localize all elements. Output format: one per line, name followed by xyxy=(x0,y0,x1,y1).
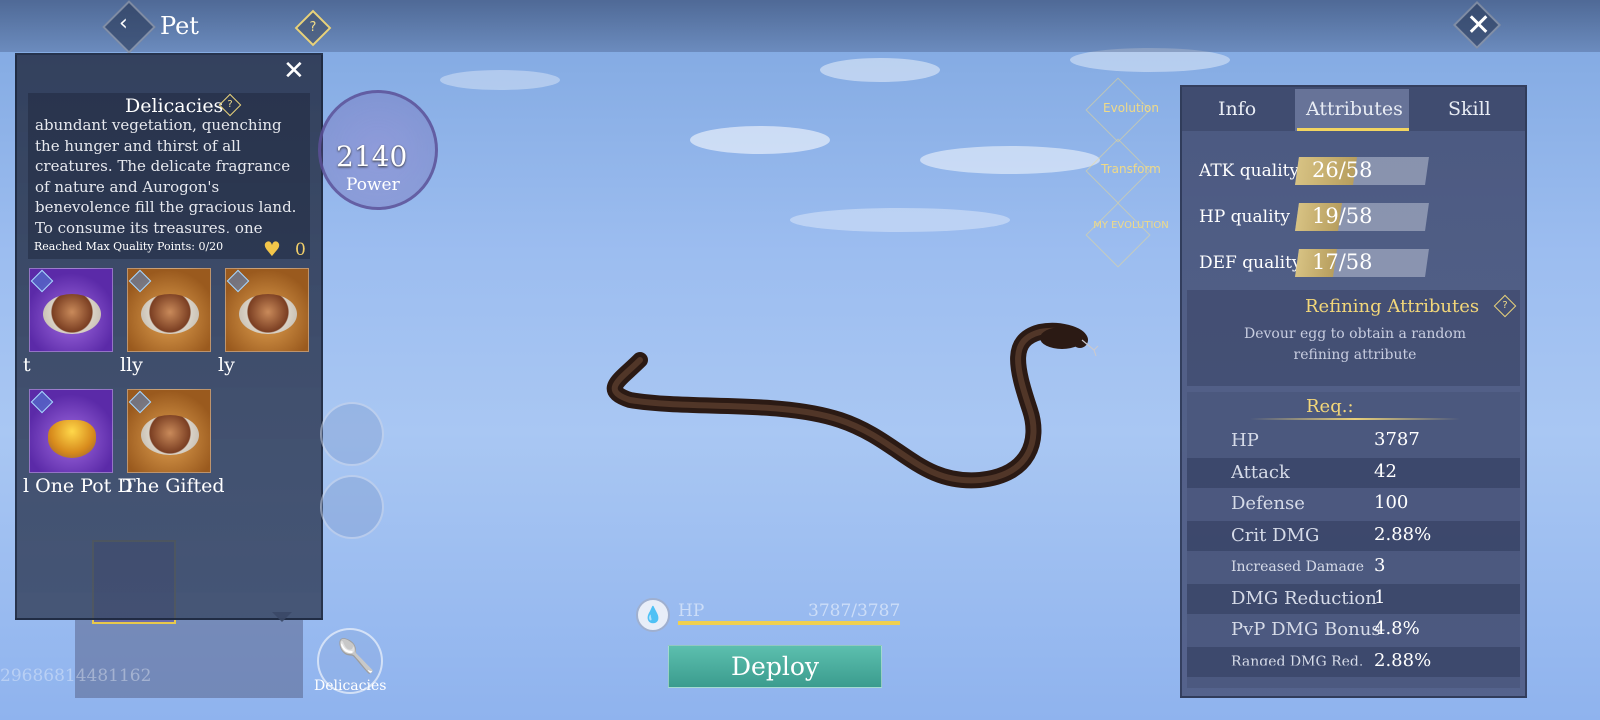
transform-label[interactable]: Transform xyxy=(1085,162,1177,176)
player-uid: 29686814481162 xyxy=(0,666,152,686)
dish-icon xyxy=(141,415,199,455)
rarity-gem-icon xyxy=(30,390,54,414)
delicacies-button-label[interactable]: Delicacies xyxy=(314,678,386,694)
food-item[interactable] xyxy=(29,389,113,473)
deploy-button[interactable]: Deploy xyxy=(668,645,882,688)
rarity-gem-icon xyxy=(30,269,54,293)
food-item[interactable] xyxy=(127,268,211,352)
food-item-label: The Gifted xyxy=(123,475,225,497)
hp-quality-value: 19/58 xyxy=(1312,204,1373,228)
food-item-label: l One Pot D xyxy=(23,475,133,497)
tab-info[interactable]: Info xyxy=(1218,98,1256,120)
section-title: Delicacies xyxy=(125,95,224,117)
def-quality-label: DEF quality xyxy=(1199,253,1302,273)
my-evolution-icon[interactable] xyxy=(1085,202,1151,268)
panel-pointer xyxy=(272,612,292,622)
atk-quality-value: 26/58 xyxy=(1312,158,1373,182)
requirement-value: 3787 xyxy=(1374,429,1420,450)
food-item-label: ly xyxy=(218,354,235,376)
hp-quality-label: HP quality xyxy=(1199,207,1290,227)
max-quality-text: Reached Max Quality Points: 0/20 xyxy=(34,240,224,253)
power-label: Power xyxy=(346,175,400,195)
tab-skill[interactable]: Skill xyxy=(1448,98,1491,120)
question-icon: ? xyxy=(309,20,317,35)
active-tab-underline xyxy=(1297,128,1409,131)
dish-icon xyxy=(43,294,101,334)
my-evolution-label[interactable]: MY EVOLUTION xyxy=(1085,220,1177,231)
food-item-label: lly xyxy=(120,354,143,376)
close-icon[interactable]: ✕ xyxy=(1466,8,1491,43)
hp-label: HP xyxy=(678,601,705,621)
requirement-value: 100 xyxy=(1374,492,1409,513)
requirements-title: Req.: xyxy=(1306,396,1354,417)
requirement-value: 2.88% xyxy=(1374,649,1432,671)
question-icon: ? xyxy=(227,99,233,110)
heart-count: 0 xyxy=(295,240,306,260)
requirement-row xyxy=(1187,678,1520,688)
rarity-gem-icon xyxy=(128,390,152,414)
panel-close-icon[interactable]: ✕ xyxy=(283,56,305,86)
dish-icon xyxy=(239,294,297,334)
title-divider xyxy=(1250,418,1460,420)
def-quality-value: 17/58 xyxy=(1312,250,1373,274)
food-item[interactable] xyxy=(127,389,211,473)
hp-bar-fill xyxy=(678,621,900,625)
description-text[interactable]: abundant vegetation, quenching the hunge… xyxy=(35,115,301,233)
refining-description: Devour egg to obtain a random refining a… xyxy=(1244,326,1466,363)
skill-slot-icon[interactable] xyxy=(320,475,384,539)
food-item[interactable] xyxy=(29,268,113,352)
question-icon: ? xyxy=(1502,300,1508,311)
evolution-label[interactable]: Evolution xyxy=(1085,101,1177,115)
requirement-value: 3 xyxy=(1374,555,1386,576)
hp-bar xyxy=(678,621,900,625)
rarity-gem-icon xyxy=(226,269,250,293)
atk-quality-label: ATK quality xyxy=(1199,161,1300,181)
heart-icon: ♥ xyxy=(263,237,281,261)
food-item-label: t xyxy=(23,354,31,376)
back-arrow-icon[interactable]: ‹ xyxy=(119,11,128,36)
dish-icon xyxy=(141,294,199,334)
bottom-plate xyxy=(75,620,303,698)
pet-snake-model[interactable] xyxy=(600,310,1120,510)
rarity-gem-icon xyxy=(128,269,152,293)
power-value: 2140 xyxy=(336,140,408,173)
food-item[interactable] xyxy=(225,268,309,352)
hp-value: 3787/3787 xyxy=(808,601,901,621)
requirement-value: 2.88% xyxy=(1374,523,1432,545)
requirement-value: 4.8% xyxy=(1374,618,1420,639)
hp-droplet-icon: 💧 xyxy=(636,598,670,632)
skill-slot-icon[interactable] xyxy=(320,402,384,466)
page-title: Pet xyxy=(160,12,199,40)
requirement-value: 42 xyxy=(1374,460,1397,482)
requirement-value: 1 xyxy=(1374,586,1386,608)
spoon-icon[interactable]: 🥄 xyxy=(336,637,376,675)
top-bar xyxy=(0,0,1600,52)
refining-title: Refining Attributes xyxy=(1305,296,1480,317)
dish-icon xyxy=(48,420,96,458)
tab-attributes[interactable]: Attributes xyxy=(1306,98,1403,120)
droplet-icon: 💧 xyxy=(643,605,663,624)
